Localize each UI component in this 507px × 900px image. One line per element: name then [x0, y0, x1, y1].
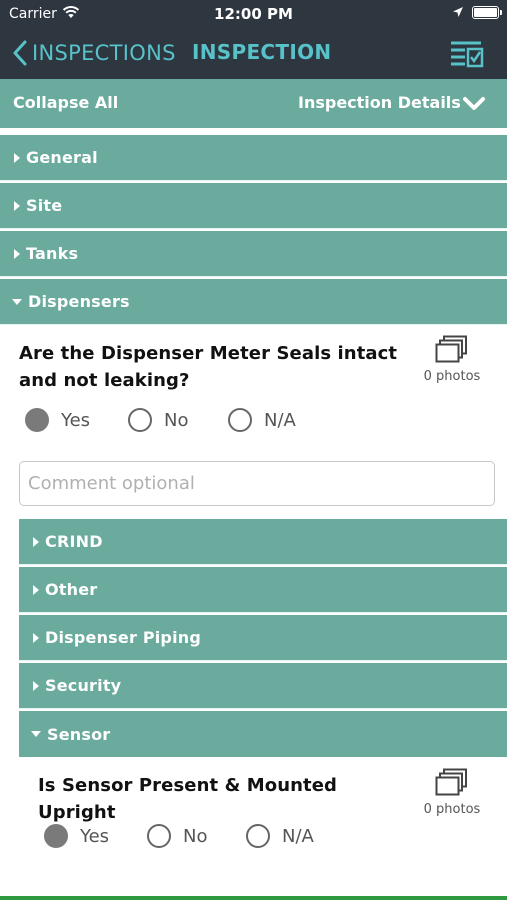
photo-count: 0 photos — [423, 369, 481, 384]
question-sensor-present: Is Sensor Present & Mounted Upright — [38, 775, 338, 823]
photo-stack-icon — [435, 768, 467, 796]
photo-stack-icon — [435, 335, 467, 363]
answer-radio-group: Yes No N/A — [25, 408, 296, 432]
triangle-right-icon — [14, 248, 20, 259]
photo-count: 0 photos — [423, 802, 481, 817]
radio-no[interactable]: No — [147, 824, 246, 848]
back-button[interactable]: INSPECTIONS — [12, 39, 176, 67]
subsection-security[interactable]: Security — [19, 663, 507, 709]
triangle-right-icon — [14, 152, 20, 163]
radio-circle-selected — [25, 408, 49, 432]
section-label: Other — [45, 580, 98, 599]
radio-na[interactable]: N/A — [228, 408, 296, 432]
section-dispensers[interactable]: Dispensers — [0, 279, 507, 325]
battery-tip — [500, 10, 502, 15]
chevron-down-icon[interactable] — [462, 96, 486, 112]
triangle-right-icon — [33, 584, 39, 595]
navigation-bar: INSPECTIONS INSPECTION — [0, 28, 507, 79]
question-dispenser-meter-seals: Are the Dispenser Meter Seals intact and… — [19, 343, 398, 391]
radio-circle — [128, 408, 152, 432]
triangle-right-icon — [14, 200, 20, 211]
chevron-left-icon — [13, 40, 27, 66]
triangle-down-icon — [31, 731, 41, 737]
triangle-right-icon — [33, 680, 39, 691]
section-label: General — [26, 148, 98, 167]
section-tanks[interactable]: Tanks — [0, 231, 507, 277]
radio-label: No — [164, 409, 189, 431]
divider — [0, 128, 507, 134]
radio-circle-selected — [44, 824, 68, 848]
section-label: CRIND — [45, 532, 103, 551]
collapse-all-button[interactable]: Collapse All — [13, 93, 118, 112]
subsection-sensor[interactable]: Sensor — [19, 711, 507, 757]
toolbar: Collapse All Inspection Details — [0, 79, 507, 128]
subsection-crind[interactable]: CRIND — [19, 519, 507, 565]
clock: 12:00 PM — [214, 5, 293, 23]
section-label: Sensor — [47, 724, 111, 744]
radio-no[interactable]: No — [128, 408, 228, 432]
section-general[interactable]: General — [0, 135, 507, 181]
radio-label: No — [183, 825, 208, 847]
photos-button[interactable]: 0 photos — [418, 768, 486, 817]
radio-label: N/A — [264, 409, 296, 431]
radio-circle — [228, 408, 252, 432]
checklist-menu-icon[interactable] — [449, 39, 485, 69]
radio-yes[interactable]: Yes — [44, 824, 147, 848]
status-bar: Carrier 12:00 PM — [0, 0, 507, 28]
photos-button[interactable]: 0 photos — [418, 335, 486, 384]
section-label: Tanks — [26, 244, 79, 263]
radio-circle — [246, 824, 270, 848]
subsection-other[interactable]: Other — [19, 567, 507, 613]
radio-yes[interactable]: Yes — [25, 408, 128, 432]
triangle-down-icon — [12, 298, 22, 305]
triangle-right-icon — [33, 632, 39, 643]
location-arrow-icon — [453, 7, 463, 17]
page-title: INSPECTION — [192, 40, 332, 64]
bottom-accent-bar — [0, 896, 507, 900]
section-label: Dispensers — [28, 292, 130, 311]
subsection-dispenser-piping[interactable]: Dispenser Piping — [19, 615, 507, 661]
radio-circle — [147, 824, 171, 848]
inspection-details-button[interactable]: Inspection Details — [298, 93, 461, 112]
section-site[interactable]: Site — [0, 183, 507, 229]
section-label: Site — [26, 196, 63, 215]
radio-label: Yes — [80, 825, 110, 847]
radio-label: N/A — [282, 825, 314, 847]
section-label: Security — [45, 676, 122, 695]
radio-label: Yes — [61, 409, 91, 431]
answer-radio-group: Yes No N/A — [44, 824, 314, 848]
radio-na[interactable]: N/A — [246, 824, 314, 848]
back-button-label: INSPECTIONS — [32, 41, 176, 65]
triangle-right-icon — [33, 536, 39, 547]
section-label: Dispenser Piping — [45, 628, 202, 647]
comment-input[interactable] — [19, 461, 495, 506]
battery-icon — [472, 6, 499, 19]
